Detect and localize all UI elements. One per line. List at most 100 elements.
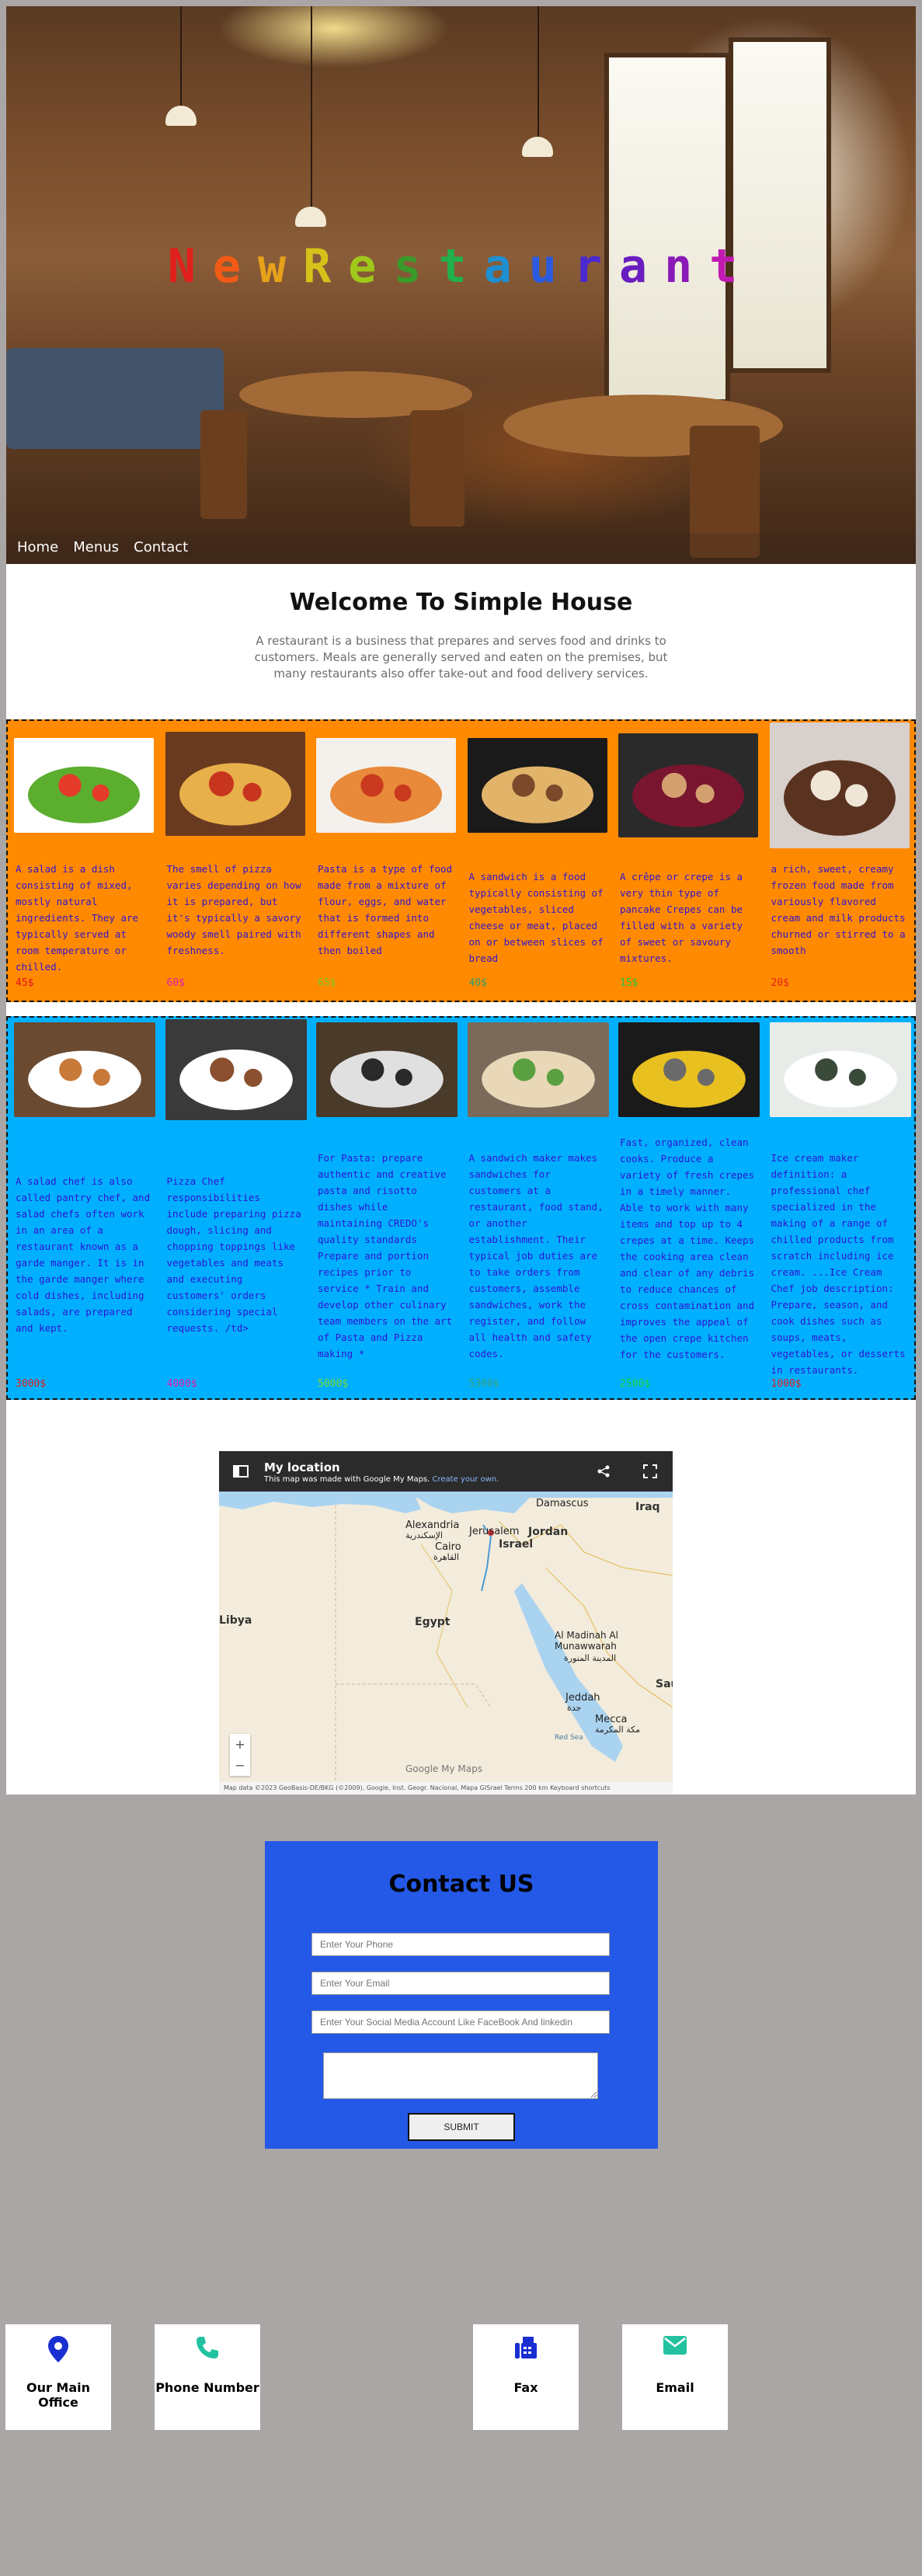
sandwich-image (467, 738, 607, 833)
title-letter: a (483, 239, 529, 294)
title-letter: s (393, 239, 439, 294)
window-decoration (604, 53, 730, 404)
map-label-libya: Libya (219, 1614, 252, 1627)
ice-cream-image (769, 722, 910, 848)
menu-item-description: A sandwich is a food typically consistin… (468, 871, 604, 964)
submit-button[interactable]: SUBMIT (408, 2113, 515, 2141)
chef-description: A salad chef is also called pantry chef,… (16, 1175, 151, 1334)
title-letter: a (618, 239, 665, 294)
pizza-image (165, 732, 305, 836)
map-subtitle: This map was made with Google My Maps. C… (264, 1475, 499, 1484)
contact-form: Contact US SUBMIT (265, 1841, 658, 2149)
map-label-madinah-ar: المدينة المنورة (564, 1653, 617, 1663)
chef-card-crepe-cook: Fast, organized, clean cooks. Produce a … (612, 1018, 764, 1398)
chair-decoration (410, 410, 464, 527)
fax-icon (515, 2337, 537, 2358)
chair-decoration (200, 410, 247, 519)
info-card-email: Email (622, 2324, 728, 2430)
map-label-israel: Israel (499, 1538, 534, 1551)
map-label-jeddah-ar: جدة (567, 1703, 582, 1713)
chef-salary: 4000$ (166, 1378, 197, 1390)
menu-item-price: 45$ (16, 977, 34, 989)
zoom-in-button[interactable]: + (230, 1734, 250, 1755)
map-label-madinah: Al Madinah Al Munawwarah (555, 1630, 618, 1652)
lamp-cord (538, 6, 539, 138)
phone-icon (197, 2337, 218, 2358)
welcome-text: A restaurant is a business that prepares… (254, 634, 668, 681)
info-card-label: Fax (513, 2380, 538, 2395)
title-letter: n (664, 239, 710, 294)
chef-description: Ice cream maker definition: a profession… (771, 1152, 906, 1376)
ice-cream-chef-image (769, 1022, 911, 1117)
nav-menus[interactable]: Menus (73, 539, 119, 555)
info-card-label: Our Main Office (26, 2380, 91, 2410)
info-card-office: Our Main Office (5, 2324, 111, 2430)
title-letter: t (709, 239, 755, 294)
window-decoration (729, 37, 831, 373)
menu-item-description: A crêpe or crepe is a very thin type of … (620, 871, 743, 964)
menu-item-description: Pasta is a type of food made from a mixt… (318, 863, 453, 956)
map-label-red-sea: Red Sea (555, 1734, 583, 1742)
map-label-mecca-ar: مكة المكرمة (595, 1725, 641, 1735)
menu-item-description: A salad is a dish consisting of mixed, m… (16, 863, 139, 973)
map-section: My location This map was made with Googl… (6, 1451, 916, 1794)
crepe-image (618, 733, 758, 837)
salad-chef-image (14, 1022, 155, 1117)
map-label-iraq: Iraq (635, 1501, 660, 1513)
title-letter: N (167, 239, 213, 294)
map-label-damascus: Damascus (536, 1498, 589, 1509)
map-subtitle-text: This map was made with Google My Maps. (264, 1475, 430, 1484)
nav-contact[interactable]: Contact (134, 539, 188, 555)
row-spacer (6, 1400, 916, 1451)
menu-row: A salad is a dish consisting of mixed, m… (6, 719, 916, 1002)
title-letter: u (528, 239, 574, 294)
phone-input[interactable] (311, 1933, 610, 1956)
zoom-out-button[interactable]: − (230, 1755, 250, 1776)
menu-item-pizza: The smell of pizza varies depending on h… (159, 721, 311, 1001)
title-letter: e (348, 239, 394, 294)
chef-card-ice-cream-chef: Ice cream maker definition: a profession… (764, 1018, 915, 1398)
menu-item-crepe: A crêpe or crepe is a very thin type of … (612, 721, 764, 1001)
sandwich-maker-image (467, 1022, 609, 1117)
fullscreen-icon[interactable] (643, 1464, 657, 1478)
title-letter: t (438, 239, 484, 294)
chef-card-pizza-chef: Pizza Chef responsibilities include prep… (159, 1018, 311, 1398)
map-create-link[interactable]: Create your own. (433, 1475, 499, 1484)
chef-description: For Pasta: prepare authentic and creativ… (318, 1152, 453, 1359)
map-label-saud: Saud (656, 1678, 673, 1690)
social-input[interactable] (311, 2010, 610, 2034)
menu-item-pasta: Pasta is a type of food made from a mixt… (310, 721, 461, 1001)
menu-item-description: The smell of pizza varies depending on h… (166, 863, 301, 956)
chef-salary: 5000$ (318, 1378, 349, 1390)
menu-item-price: 15$ (620, 977, 638, 989)
pendant-lamp (522, 137, 553, 157)
map-header: My location This map was made with Googl… (219, 1451, 673, 1492)
message-textarea[interactable] (323, 2052, 598, 2099)
title-letter: r (573, 239, 619, 294)
chef-description: Fast, organized, clean cooks. Produce a … (620, 1137, 755, 1360)
map-label-alexandria: Alexandria (405, 1519, 460, 1531)
chefs-row: A salad chef is also called pantry chef,… (6, 1016, 916, 1400)
menu-item-salad: A salad is a dish consisting of mixed, m… (8, 721, 159, 1001)
chef-salary: 5300$ (468, 1378, 499, 1390)
info-card-label: Email (656, 2380, 694, 2395)
menu-item-ice-cream: a rich, sweet, creamy frozen food made f… (764, 721, 915, 1001)
welcome-title: Welcome To Simple House (289, 589, 633, 616)
menu-item-price: 20$ (771, 977, 789, 989)
menu-item-price: 65$ (318, 977, 336, 989)
email-input[interactable] (311, 1972, 610, 1995)
site-title: NewRestaurant (6, 239, 916, 294)
row-spacer (6, 1002, 916, 1016)
map-footer: Map data ©2023 GeoBasis-DE/BKG (©2009), … (219, 1782, 673, 1794)
info-card-phone: Phone Number (155, 2324, 260, 2430)
hero-banner: NewRestaurant Home Menus Contact (6, 6, 916, 564)
map-legend-icon[interactable] (233, 1464, 249, 1479)
nav-home[interactable]: Home (17, 539, 58, 555)
title-letter: w (257, 239, 304, 294)
share-icon[interactable] (597, 1464, 611, 1478)
lamp-cord (311, 6, 312, 208)
chef-salary: 3000$ (16, 1378, 47, 1390)
pizza-chef-image (165, 1019, 307, 1120)
map-embed[interactable]: My location This map was made with Googl… (219, 1451, 673, 1794)
menu-item-sandwich: A sandwich is a food typically consistin… (461, 721, 613, 1001)
